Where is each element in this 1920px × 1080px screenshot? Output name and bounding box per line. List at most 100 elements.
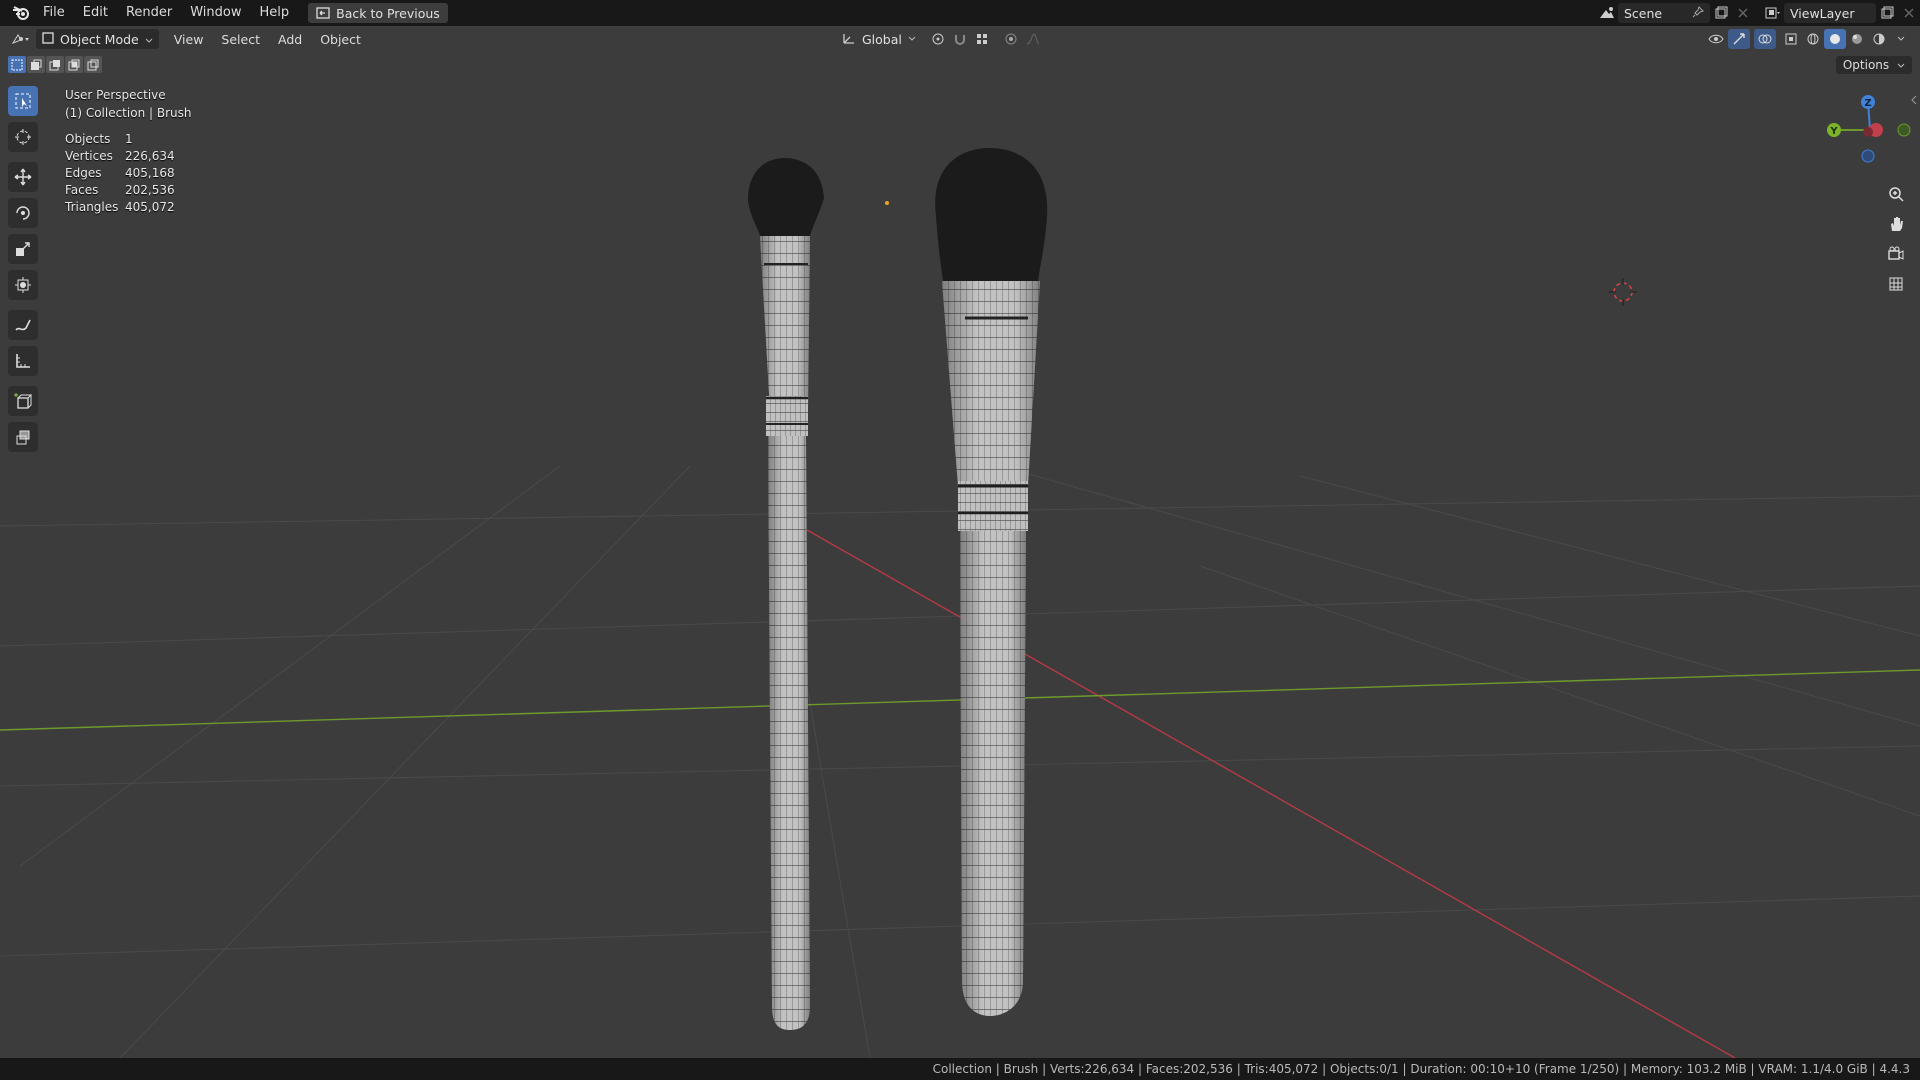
stats-label: Edges xyxy=(65,166,102,180)
gizmo-neg-y[interactable] xyxy=(1897,123,1911,137)
visibility-icon[interactable] xyxy=(1706,29,1728,49)
options-dropdown[interactable]: Options xyxy=(1835,56,1912,74)
menu-add[interactable]: Add xyxy=(269,32,311,47)
selection-mode-buttons xyxy=(8,56,103,73)
extrude-tool-icon[interactable] xyxy=(8,422,38,452)
select-new-icon[interactable] xyxy=(8,56,26,73)
gizmo-toggle-icon[interactable] xyxy=(1728,29,1750,49)
measure-tool-icon[interactable] xyxy=(8,346,38,376)
stats-label: Triangles xyxy=(65,200,119,214)
xray-toggle-icon[interactable] xyxy=(1780,29,1802,49)
cursor-tool-icon[interactable] xyxy=(8,122,38,152)
viewlayer-browse-icon[interactable] xyxy=(1762,3,1784,23)
snap-target-icon[interactable] xyxy=(972,29,994,49)
back-to-previous-button[interactable]: Back to Previous xyxy=(308,3,448,23)
menu-edit[interactable]: Edit xyxy=(74,0,117,26)
brush-thin-object[interactable] xyxy=(748,158,824,1030)
menu-window[interactable]: Window xyxy=(181,0,250,26)
status-bar-info: Collection | Brush | Verts:226,634 | Fac… xyxy=(932,1062,1910,1076)
scale-tool-icon[interactable] xyxy=(8,234,38,264)
camera-view-icon[interactable] xyxy=(1882,240,1910,268)
transform-orientation-dropdown[interactable]: Global xyxy=(836,29,922,49)
stats-row: Objects 1 xyxy=(65,131,175,148)
viewport-header: Object Mode View Select Add Object Globa… xyxy=(0,26,1920,52)
editor-type-icon[interactable] xyxy=(10,29,32,49)
3d-cursor-icon[interactable] xyxy=(1609,278,1637,306)
back-screen-icon xyxy=(316,7,330,19)
shading-options-chevron-icon[interactable] xyxy=(1890,29,1912,49)
object-mode-label: Object Mode xyxy=(60,31,139,47)
wireframe-shading-icon[interactable] xyxy=(1802,29,1824,49)
viewlayer-name-field[interactable]: ViewLayer xyxy=(1784,3,1876,23)
status-bar: Collection | Brush | Verts:226,634 | Fac… xyxy=(0,1058,1920,1080)
viewlayer-name-label: ViewLayer xyxy=(1790,5,1855,21)
brush-thick-object[interactable] xyxy=(935,148,1048,1016)
gizmo-neg-z[interactable] xyxy=(1861,149,1875,163)
scene-name-field[interactable]: Scene xyxy=(1618,3,1710,23)
solid-shading-icon[interactable] xyxy=(1824,29,1846,49)
object-origin-dot xyxy=(885,201,889,205)
new-scene-icon[interactable] xyxy=(1710,3,1732,23)
object-mode-dropdown[interactable]: Object Mode xyxy=(36,29,159,49)
object-mode-icon xyxy=(42,31,54,47)
sidebar-collapse-icon[interactable] xyxy=(1910,94,1918,110)
floor-grid xyxy=(0,465,1920,1058)
stats-value: 1 xyxy=(125,132,133,146)
new-viewlayer-icon[interactable] xyxy=(1876,3,1898,23)
chevron-down-icon xyxy=(145,32,153,47)
select-subtract-icon[interactable] xyxy=(46,56,64,73)
pan-hand-icon[interactable] xyxy=(1882,210,1910,238)
material-shading-icon[interactable] xyxy=(1846,29,1868,49)
tool-shelf xyxy=(8,86,38,458)
orientation-icon xyxy=(842,31,856,48)
orientation-label: Global xyxy=(862,31,902,47)
menu-select[interactable]: Select xyxy=(212,32,269,47)
menu-view[interactable]: View xyxy=(165,32,213,47)
menu-render[interactable]: Render xyxy=(117,0,181,26)
blender-logo-icon[interactable] xyxy=(8,0,34,26)
x-axis-line xyxy=(799,525,1736,1058)
transform-tool-icon[interactable] xyxy=(8,270,38,300)
rendered-shading-icon[interactable] xyxy=(1868,29,1890,49)
add-cube-tool-icon[interactable] xyxy=(8,386,38,416)
menu-help[interactable]: Help xyxy=(251,0,299,26)
stats-value: 202,536 xyxy=(125,183,175,197)
scene-statistics: Objects 1 Vertices 226,634 Edges 405,168… xyxy=(65,131,175,216)
select-invert-icon[interactable] xyxy=(65,56,83,73)
scene-name-label: Scene xyxy=(1624,5,1663,21)
proportional-editing-icon[interactable] xyxy=(1000,29,1022,49)
annotate-tool-icon[interactable] xyxy=(8,310,38,340)
pin-icon[interactable] xyxy=(1692,5,1704,21)
top-right-controls: Scene ViewLayer xyxy=(1596,0,1920,26)
back-to-previous-label: Back to Previous xyxy=(336,5,440,21)
move-tool-icon[interactable] xyxy=(8,162,38,192)
delete-scene-icon[interactable] xyxy=(1732,3,1754,23)
gizmo-y-label: Y xyxy=(1829,126,1838,137)
perspective-toggle-icon[interactable] xyxy=(1882,270,1910,298)
stats-label: Faces xyxy=(65,183,99,197)
stats-label: Objects xyxy=(65,132,111,146)
rotate-tool-icon[interactable] xyxy=(8,198,38,228)
stats-row: Vertices 226,634 xyxy=(65,148,175,165)
delete-viewlayer-icon[interactable] xyxy=(1898,3,1920,23)
menu-file[interactable]: File xyxy=(34,0,74,26)
scene-browse-icon[interactable] xyxy=(1596,3,1618,23)
y-axis-line xyxy=(0,669,1920,731)
select-box-tool-icon[interactable] xyxy=(8,86,38,116)
viewport-scene[interactable] xyxy=(0,26,1920,1058)
zoom-icon[interactable] xyxy=(1882,180,1910,208)
gizmo-neg-x[interactable] xyxy=(1863,127,1873,137)
select-intersect-icon[interactable] xyxy=(84,56,102,73)
pivot-point-icon[interactable] xyxy=(928,29,950,49)
collection-info-label: (1) Collection | Brush xyxy=(65,106,192,120)
overlays-toggle-icon[interactable] xyxy=(1754,29,1776,49)
stats-row: Edges 405,168 xyxy=(65,165,175,182)
snap-toggle-icon[interactable] xyxy=(950,29,972,49)
3d-viewport[interactable]: Object Mode View Select Add Object Globa… xyxy=(0,26,1920,1058)
menu-object[interactable]: Object xyxy=(311,32,370,47)
select-extend-icon[interactable] xyxy=(27,56,45,73)
stats-row: Triangles 405,072 xyxy=(65,199,175,216)
stats-row: Faces 202,536 xyxy=(65,182,175,199)
falloff-icon[interactable] xyxy=(1022,29,1044,49)
viewport-shading-tools xyxy=(1706,29,1912,49)
